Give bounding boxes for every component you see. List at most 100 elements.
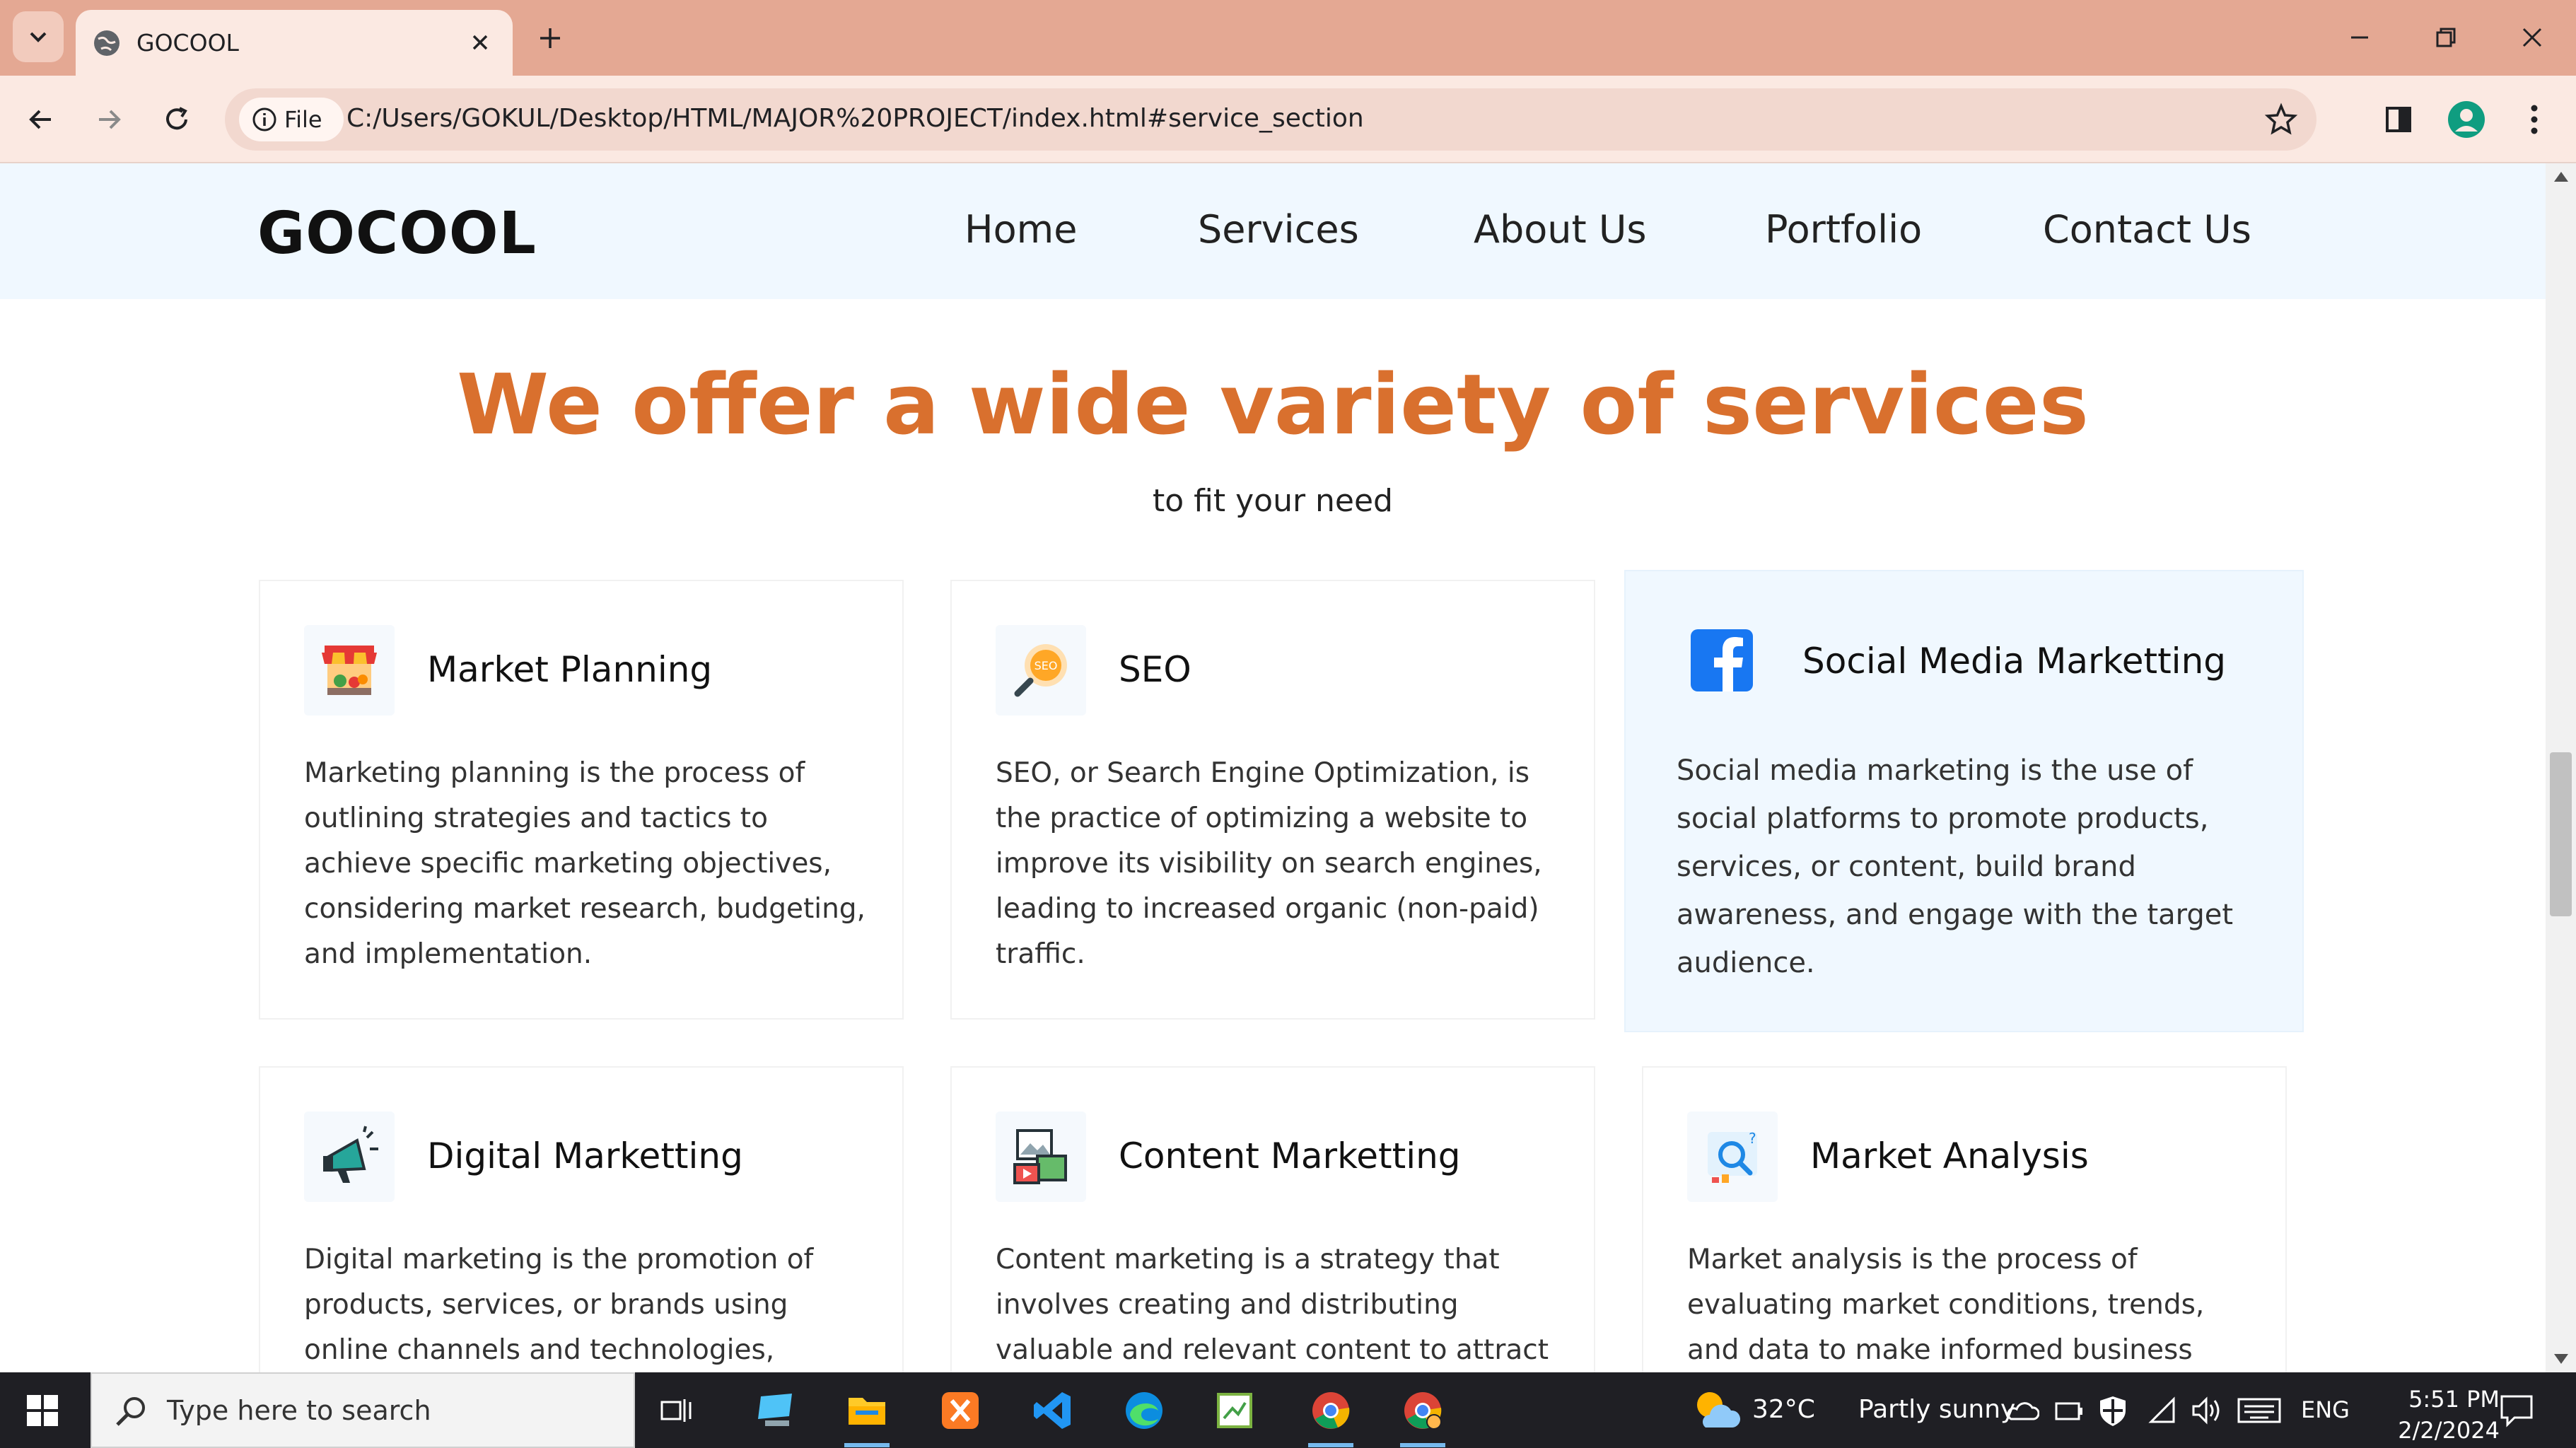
service-card-market-analysis[interactable]: ? Market Analysis Market analysis is the…: [1642, 1066, 2287, 1372]
scroll-down-arrow[interactable]: [2554, 1354, 2568, 1364]
avatar-icon: [2448, 101, 2485, 138]
file-label: File: [284, 106, 322, 133]
volume-icon[interactable]: [2189, 1394, 2223, 1427]
icon-box: [1677, 615, 1767, 706]
taskbar-app-chrome-2[interactable]: [1396, 1384, 1450, 1447]
service-card-seo[interactable]: SEO SEO SEO, or Search Engine Optimizati…: [950, 580, 1595, 1020]
arrow-right-icon: [99, 110, 121, 129]
taskbar-app-edge[interactable]: [1117, 1384, 1171, 1437]
weather-temp: 32°C: [1752, 1395, 1815, 1424]
icon-box: ?: [1687, 1111, 1778, 1202]
task-view-button[interactable]: [651, 1384, 704, 1437]
nav-portfolio[interactable]: Portfolio: [1765, 207, 1922, 252]
browser-tab[interactable]: GOCOOL: [76, 10, 513, 76]
card-title: Market Analysis: [1810, 1135, 2089, 1176]
taskbar-app-notepad[interactable]: [1208, 1384, 1261, 1437]
info-icon: [252, 107, 276, 132]
facebook-icon: [1691, 629, 1753, 691]
menu-button[interactable]: [2512, 97, 2557, 142]
services-headline: We offer a wide variety of services: [457, 356, 2089, 453]
site-info-chip[interactable]: File: [239, 98, 344, 141]
card-text: Social media marketing is the use of soc…: [1677, 754, 2234, 979]
analysis-magnifier-icon: ?: [1708, 1130, 1757, 1183]
search-placeholder: Type here to search: [167, 1395, 431, 1426]
vscode-icon: [1034, 1392, 1071, 1429]
close-window-button[interactable]: [2507, 14, 2557, 61]
scroll-up-arrow[interactable]: [2554, 172, 2568, 182]
new-tab-button[interactable]: [532, 20, 569, 57]
content-media-icon: [1013, 1129, 1067, 1184]
nav-home[interactable]: Home: [964, 207, 1077, 252]
browser-titlebar: GOCOOL: [0, 0, 2576, 76]
service-card-content-marketing[interactable]: Content Marketting Content marketing is …: [950, 1066, 1595, 1372]
taskbar-app-computer[interactable]: [750, 1384, 803, 1437]
keyboard-icon[interactable]: [2237, 1396, 2281, 1425]
browser-toolbar: File C:/Users/GOKUL/Desktop/HTML/MAJOR%2…: [0, 76, 2576, 163]
taskbar-clock[interactable]: 5:51 PM 2/2/2024: [2398, 1384, 2500, 1446]
edge-icon: [1126, 1392, 1162, 1429]
tab-search-button[interactable]: [13, 11, 64, 62]
windows-taskbar: Type here to search 32°C Partly sunny EN…: [0, 1372, 2576, 1448]
card-text: SEO, or Search Engine Optimization, is t…: [996, 757, 1542, 970]
close-icon: [472, 35, 488, 50]
restore-icon: [2436, 28, 2456, 47]
security-shield-icon[interactable]: [2097, 1394, 2128, 1427]
windows-start-icon[interactable]: [25, 1394, 59, 1427]
language-indicator[interactable]: ENG: [2301, 1396, 2350, 1423]
card-title: Content Marketting: [1119, 1135, 1461, 1176]
forward-button[interactable]: [86, 97, 132, 142]
seo-magnifier-icon: SEO: [1014, 644, 1067, 697]
page-viewport: GOCOOL Home Services About Us Portfolio …: [0, 163, 2546, 1372]
onedrive-icon[interactable]: [2005, 1395, 2039, 1426]
svg-text:?: ?: [1749, 1130, 1756, 1147]
globe-icon: [94, 30, 120, 56]
card-title: Social Media Marketting: [1802, 641, 2226, 682]
page-scrollbar[interactable]: [2546, 163, 2576, 1372]
clock-date: 2/2/2024: [2398, 1417, 2500, 1444]
taskbar-search-box[interactable]: Type here to search: [91, 1372, 635, 1448]
arrow-left-icon: [29, 110, 51, 129]
minimize-icon: [2351, 36, 2368, 39]
card-text: Market analysis is the process of evalua…: [1687, 1244, 2205, 1366]
wifi-icon[interactable]: [2147, 1395, 2178, 1426]
reload-button[interactable]: [154, 97, 199, 142]
notification-icon[interactable]: [2499, 1394, 2534, 1427]
search-icon: [116, 1397, 145, 1426]
side-panel-button[interactable]: [2376, 97, 2421, 142]
plus-icon: [540, 28, 560, 48]
service-card-social-media[interactable]: Social Media Marketting Social media mar…: [1624, 570, 2304, 1032]
taskbar-app-vscode[interactable]: [1025, 1384, 1079, 1437]
chrome-profile-icon: [1404, 1392, 1442, 1430]
nav-about-us[interactable]: About Us: [1474, 207, 1646, 252]
service-card-market-planning[interactable]: Market Planning Marketing planning is th…: [259, 580, 904, 1020]
taskbar-app-xampp[interactable]: [933, 1384, 987, 1437]
kebab-menu-icon: [2531, 105, 2538, 134]
computer-icon: [758, 1394, 792, 1426]
side-panel-icon: [2386, 107, 2411, 132]
scrollbar-thumb[interactable]: [2550, 752, 2572, 916]
card-text: Content marketing is a strategy that inv…: [996, 1244, 1549, 1366]
chrome-icon: [1312, 1392, 1350, 1429]
service-card-digital-marketing[interactable]: Digital Marketting Digital marketing is …: [259, 1066, 904, 1372]
back-button[interactable]: [18, 97, 64, 142]
icon-box: [304, 1111, 395, 1202]
bookmark-star-icon[interactable]: [2264, 103, 2298, 136]
minimize-button[interactable]: [2335, 14, 2384, 61]
market-stall-icon: [322, 646, 377, 695]
battery-icon[interactable]: [2053, 1395, 2086, 1426]
nav-services[interactable]: Services: [1198, 207, 1359, 252]
url-text[interactable]: C:/Users/GOKUL/Desktop/HTML/MAJOR%20PROJ…: [346, 104, 1364, 133]
site-logo[interactable]: GOCOOL: [257, 200, 537, 267]
close-icon: [2522, 28, 2542, 47]
tab-close-button[interactable]: [466, 28, 494, 57]
restore-button[interactable]: [2421, 14, 2471, 61]
address-bar[interactable]: File C:/Users/GOKUL/Desktop/HTML/MAJOR%2…: [225, 88, 2316, 151]
megaphone-icon: [323, 1126, 378, 1183]
nav-contact-us[interactable]: Contact Us: [2043, 207, 2251, 252]
icon-box: [304, 625, 395, 716]
taskbar-app-file-explorer[interactable]: [840, 1384, 894, 1447]
profile-button[interactable]: [2444, 97, 2489, 142]
taskbar-app-chrome-1[interactable]: [1304, 1384, 1358, 1447]
services-subline: to fit your need: [1153, 483, 1393, 519]
chevron-down-icon: [30, 32, 47, 42]
